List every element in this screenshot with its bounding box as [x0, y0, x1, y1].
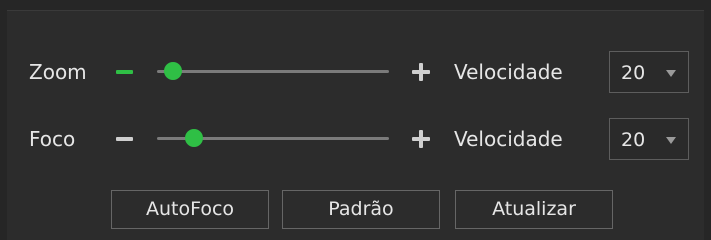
- zoom-slider[interactable]: [157, 62, 389, 80]
- zoom-speed-label: Velocidade: [454, 60, 563, 84]
- focus-speed-select[interactable]: 20: [609, 118, 689, 160]
- default-button[interactable]: Padrão: [282, 190, 440, 229]
- zoom-speed-select[interactable]: 20: [609, 51, 689, 93]
- chevron-down-icon: [666, 137, 676, 144]
- zoom-speed-value: 20: [621, 62, 646, 84]
- zoom-row: Zoom Velocidade 20: [7, 47, 704, 97]
- focus-speed-label: Velocidade: [454, 127, 563, 151]
- focus-plus-icon[interactable]: [412, 130, 430, 148]
- focus-row: Foco Velocidade 20: [7, 114, 704, 164]
- focus-speed-value: 20: [621, 129, 646, 151]
- autofocus-button[interactable]: AutoFoco: [111, 190, 269, 229]
- refresh-button[interactable]: Atualizar: [455, 190, 613, 229]
- focus-label: Foco: [29, 127, 76, 151]
- ptz-control-panel: Zoom Velocidade 20 Foco Velocidade 20 Au…: [7, 10, 704, 240]
- zoom-plus-icon[interactable]: [412, 63, 430, 81]
- zoom-label: Zoom: [29, 60, 87, 84]
- zoom-slider-thumb[interactable]: [164, 62, 182, 80]
- chevron-down-icon: [666, 70, 676, 77]
- focus-slider-thumb[interactable]: [185, 129, 203, 147]
- focus-minus-icon[interactable]: [116, 137, 133, 141]
- zoom-minus-icon[interactable]: [116, 70, 133, 74]
- focus-slider[interactable]: [157, 129, 389, 147]
- panel-top-divider: [7, 10, 704, 11]
